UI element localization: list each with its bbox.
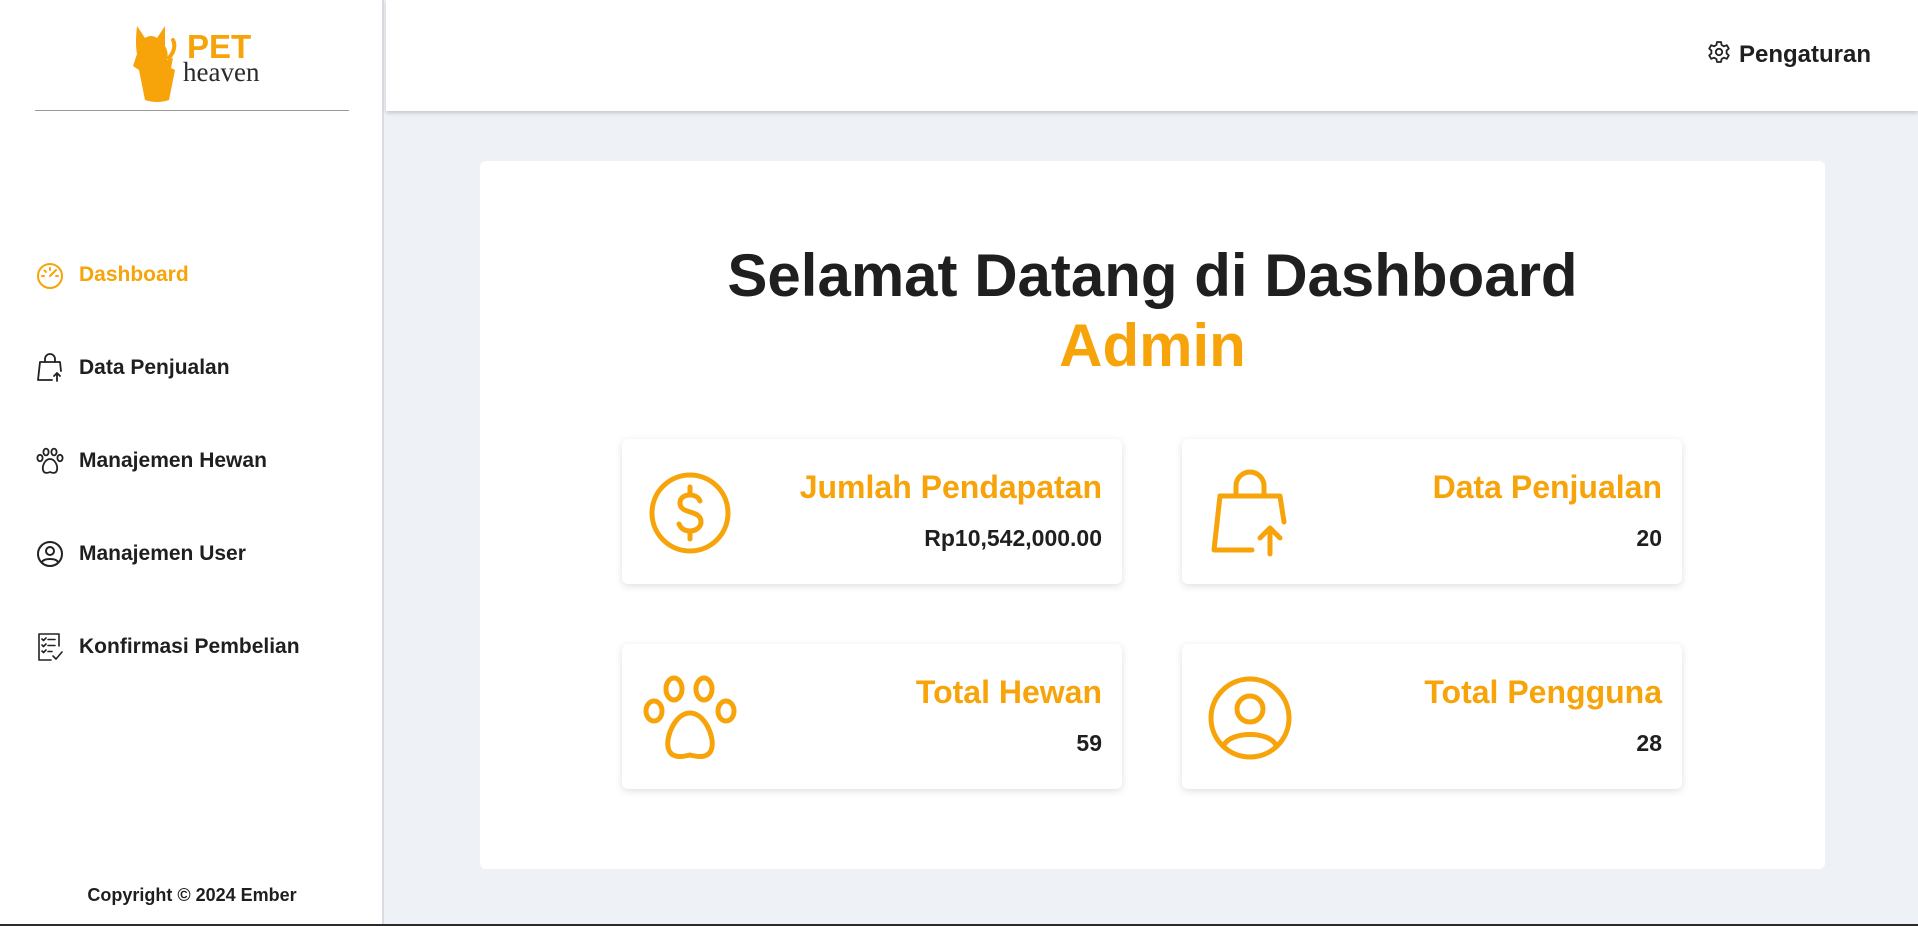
- logo-heaven-text: heaven: [183, 57, 260, 87]
- user-circle-icon: [1202, 670, 1298, 766]
- sidebar-nav: Dashboard Data Penjualan Manajemen Hewan…: [35, 255, 365, 720]
- stat-card-pendapatan: Jumlah Pendapatan Rp10,542,000.00: [622, 439, 1122, 584]
- top-bar: Pengaturan: [386, 0, 1918, 111]
- gear-icon: [1707, 40, 1731, 69]
- shopping-bag-upload-icon: [35, 353, 65, 383]
- stat-card-value: 59: [1076, 730, 1102, 756]
- sidebar-item-konfirmasi-pembelian[interactable]: Konfirmasi Pembelian: [35, 627, 365, 667]
- dashboard-panel: Selamat Datang di Dashboard Admin Jumlah…: [480, 161, 1825, 869]
- page-subtitle: Admin: [1059, 312, 1246, 379]
- speedometer-icon: [35, 260, 65, 290]
- shopping-bag-upload-icon: [1202, 465, 1298, 561]
- checklist-icon: [35, 632, 65, 662]
- stat-card-value: 28: [1636, 730, 1662, 756]
- stat-card-label: Data Penjualan: [1432, 469, 1662, 505]
- stat-card-value: Rp10,542,000.00: [924, 525, 1102, 551]
- sidebar: PET heaven Dashboard Data Penjualan Mana…: [0, 0, 384, 926]
- stat-card-label: Jumlah Pendapatan: [799, 469, 1102, 505]
- user-circle-icon: [35, 539, 65, 569]
- logo-area: PET heaven: [35, 0, 349, 111]
- settings-label: Pengaturan: [1738, 40, 1871, 68]
- sidebar-item-label: Dashboard: [79, 263, 189, 286]
- stat-card-penjualan: Data Penjualan 20: [1182, 439, 1682, 584]
- stat-card-label: Total Hewan: [915, 674, 1102, 710]
- sidebar-item-label: Data Penjualan: [79, 356, 230, 379]
- stat-card-hewan: Total Hewan 59: [622, 644, 1122, 789]
- sidebar-item-manajemen-user[interactable]: Manajemen User: [35, 534, 365, 574]
- stat-card-pengguna: Total Pengguna 28: [1182, 644, 1682, 789]
- page-title: Selamat Datang di Dashboard: [727, 242, 1578, 309]
- sidebar-item-label: Konfirmasi Pembelian: [79, 635, 300, 658]
- sidebar-item-label: Manajemen Hewan: [79, 449, 267, 472]
- copyright-text: Copyright © 2024 Ember: [87, 885, 297, 905]
- stat-card-value: 20: [1636, 525, 1662, 551]
- sidebar-item-label: Manajemen User: [79, 542, 246, 565]
- sidebar-item-dashboard[interactable]: Dashboard: [35, 255, 365, 295]
- dollar-circle-icon: [642, 465, 738, 561]
- paw-icon: [35, 446, 65, 476]
- settings-button[interactable]: Pengaturan: [1707, 40, 1871, 69]
- sidebar-item-data-penjualan[interactable]: Data Penjualan: [35, 348, 365, 388]
- stat-card-label: Total Pengguna: [1424, 674, 1662, 710]
- paw-icon: [642, 670, 738, 766]
- sidebar-item-manajemen-hewan[interactable]: Manajemen Hewan: [35, 441, 365, 481]
